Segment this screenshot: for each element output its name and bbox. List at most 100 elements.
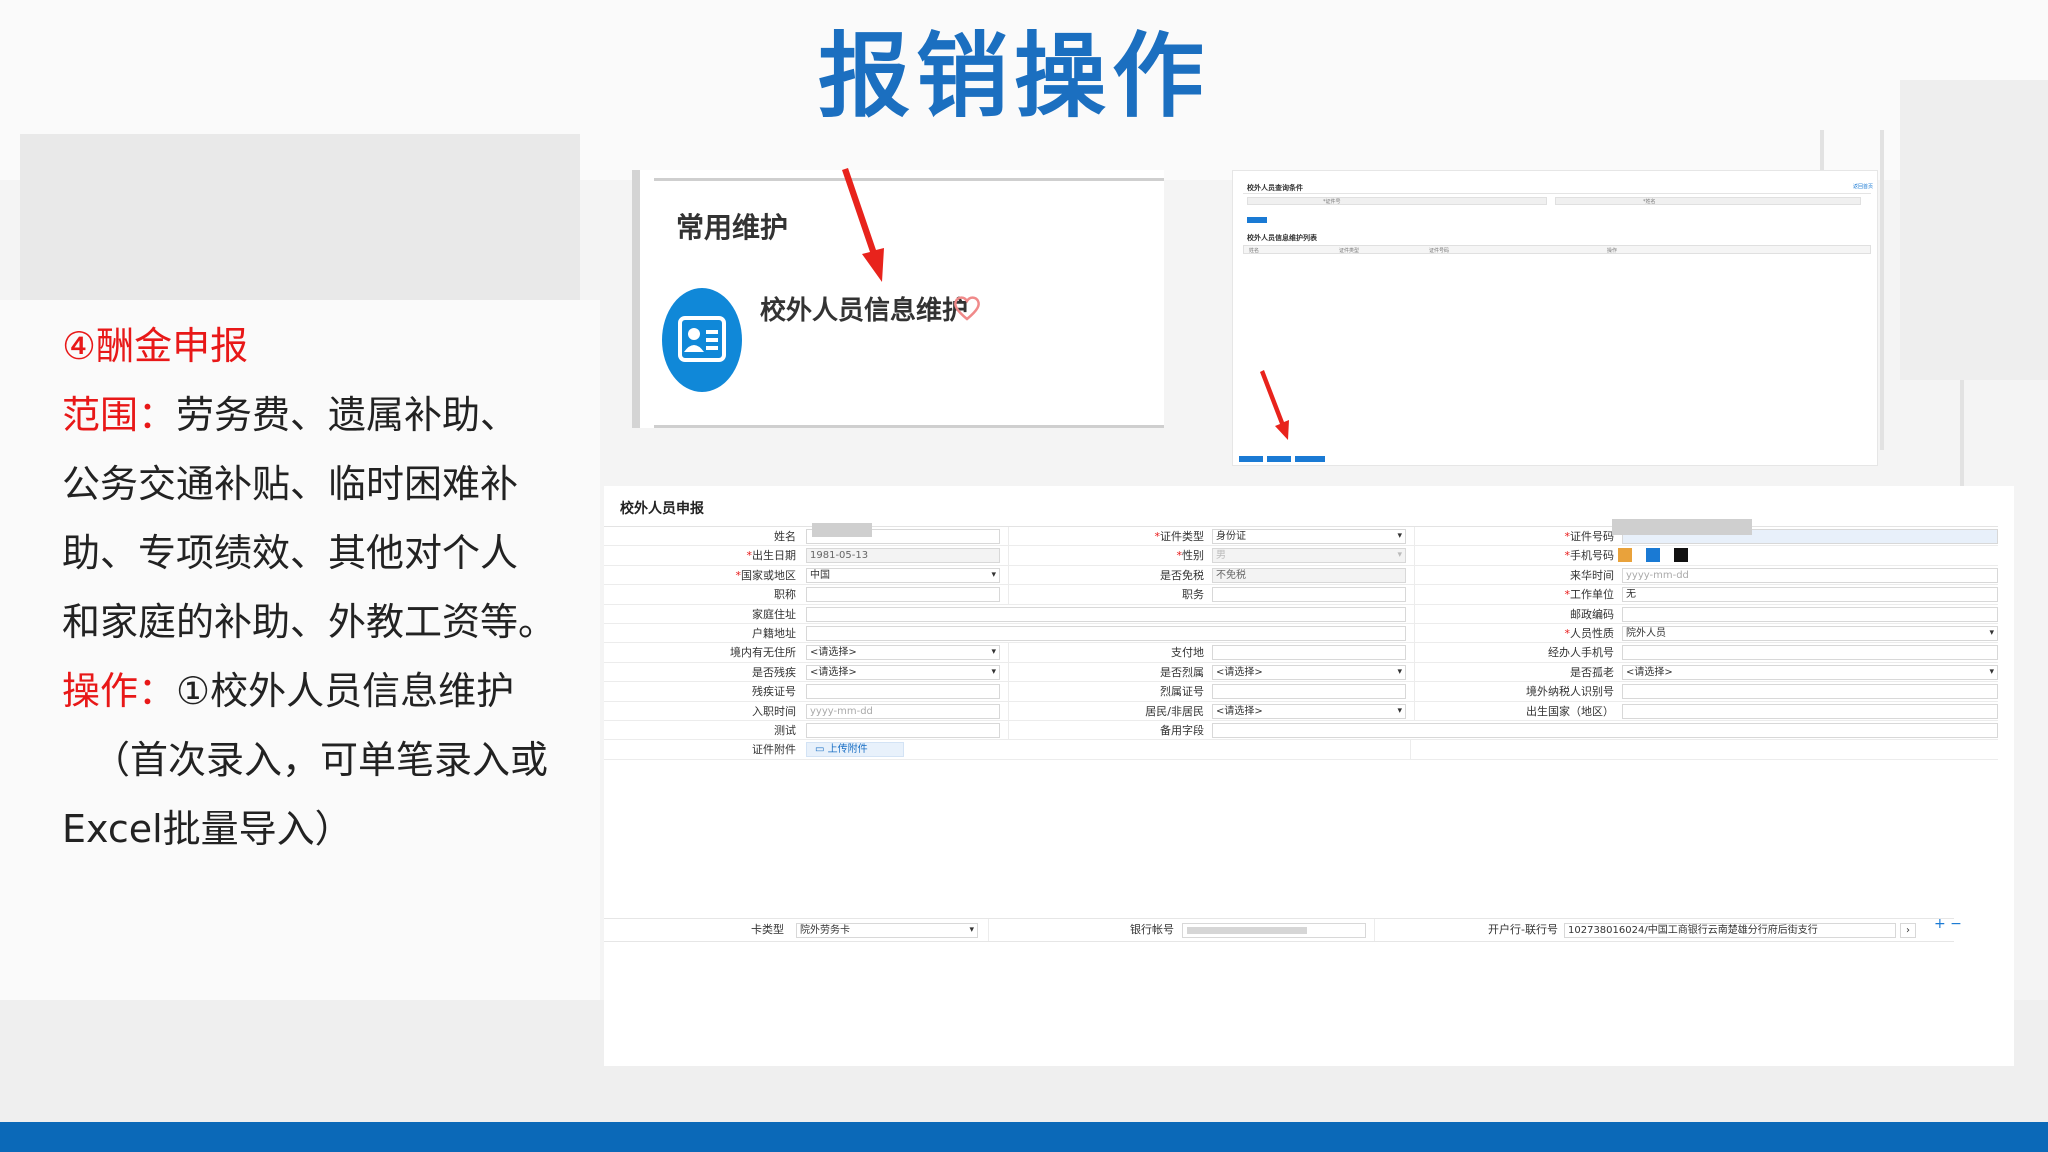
folder-icon: ▭ [815,744,828,756]
lonely-elderly-label: 是否孤老 [1570,665,1614,679]
external-staff-declaration-form: 校外人员申报 姓名 *证件类型 身份证 ▾ *证件号码 *出生日期 1981-05… [604,486,2014,1066]
form-row: 入职时间 yyyy-mm-dd 居民/非居民 <请选择> ▾ 出生国家（地区） [604,701,1998,721]
list-header [1243,245,1871,254]
form-row: 姓名 *证件类型 身份证 ▾ *证件号码 [604,519,1998,547]
red-arrow-icon [1260,370,1289,440]
home-link[interactable]: 返回首页 [1853,183,1873,190]
section-heading: ④酬金申报 [62,324,249,368]
postcode-input[interactable] [1622,606,1998,622]
birth-date-input[interactable]: 1981-05-13 [806,548,1000,564]
description-panel: ④酬金申报 范围：劳务费、遗属补助、 公务交通补贴、临时困难补 助、专项绩效、其… [62,312,582,864]
spare-field-label: 备用字段 [1160,723,1204,737]
name-field[interactable] [1555,197,1861,205]
bank-row: 卡类型 院外劳务卡 ▾ 银行帐号 开户行-联行号 102738016024/中国工… [604,918,1954,942]
position-input[interactable] [1212,587,1406,603]
residency-select[interactable]: <请选择> ▾ [1212,703,1406,719]
household-address-input[interactable] [806,625,1406,641]
upload-attachment-button[interactable]: ▭ 上传附件 [806,742,904,758]
tax-exempt-label: 是否免税 [1160,568,1204,582]
martyr-cert-input[interactable] [1212,684,1406,700]
black-color-icon [1674,548,1688,563]
disability-cert-input[interactable] [806,684,1000,700]
country-label: *国家或地区 [735,568,797,582]
common-maintenance-screenshot: 常用维护 校外人员信息维护 [632,170,1164,428]
bottom-bar [0,1122,2048,1152]
col-id-number: 证件号码 [1429,248,1450,254]
arrival-date-input[interactable]: yyyy-mm-dd [1622,567,1998,583]
redacted-block [812,523,872,537]
phone-label: *手机号码 [1564,549,1615,563]
divider [1243,193,1871,194]
position-label: 职务 [1182,588,1204,602]
bank-branch-label: 开户行-联行号 [1488,923,1558,936]
id-type-label: *证件类型 [1154,530,1205,543]
payment-place-input[interactable] [1212,645,1406,661]
bank-account-label: 银行帐号 [1130,923,1174,936]
employer-label: *工作单位 [1564,588,1615,602]
search-button[interactable] [1247,217,1267,223]
spare-field-input[interactable] [1212,722,1998,738]
card-type-select[interactable]: 院外劳务卡 ▾ [796,923,978,938]
hire-date-input[interactable]: yyyy-mm-dd [806,703,1000,719]
external-staff-maintenance-link[interactable]: 校外人员信息维护 [760,290,968,327]
list-title: 校外人员信息维护列表 [1247,234,1317,242]
domestic-residence-select[interactable]: <请选择> ▾ [806,645,1000,661]
bank-branch-input[interactable]: 102738016024/中国工商银行云南楚雄分行府后街支行 [1564,923,1896,938]
contact-card-icon[interactable] [662,288,742,392]
title-input[interactable] [806,587,1000,603]
excel-import-button[interactable] [1295,456,1325,462]
payment-place-label: 支付地 [1171,646,1204,660]
birth-country-label: 出生国家（地区） [1526,704,1614,718]
id-number-field[interactable] [1247,197,1547,205]
household-address-label: 户籍地址 [752,626,796,640]
martyr-family-label: 是否烈属 [1160,665,1204,679]
title-label: 职称 [774,588,796,602]
bank-account-input[interactable] [1182,923,1366,938]
form-row: *出生日期 1981-05-13 *性别 男 ▾ *手机号码 [604,546,1998,566]
test-label: 测试 [774,723,796,737]
section-title: 常用维护 [676,211,789,244]
postcode-label: 邮政编码 [1570,607,1614,621]
martyr-cert-label: 烈属证号 [1160,685,1204,699]
staff-type-select[interactable]: 院外人员 ▾ [1622,625,1998,641]
form-grid: 姓名 *证件类型 身份证 ▾ *证件号码 *出生日期 1981-05-13 *性别… [604,519,1998,761]
gender-label: *性别 [1176,549,1205,563]
divider [1410,740,1411,760]
form-row: 家庭住址 邮政编码 [604,604,1998,624]
scope-line-1: 范围：劳务费、遗属补助、 [62,393,519,437]
name-label: *姓名 [1643,199,1656,205]
query-title: 校外人员查询条件 [1247,184,1303,192]
foreign-tax-id-input[interactable] [1622,684,1998,700]
lonely-elderly-select[interactable]: <请选择> ▾ [1622,664,1998,680]
name-label: 姓名 [774,530,796,543]
disabled-label: 是否残疾 [752,665,796,679]
id-type-select[interactable]: 身份证 ▾ [1212,529,1406,544]
disabled-select[interactable]: <请选择> ▾ [806,664,1000,680]
home-address-input[interactable] [806,606,1406,622]
delete-button[interactable] [1267,456,1291,462]
slide-title: 报销操作 [817,23,1210,130]
hire-date-label: 入职时间 [752,704,796,718]
employer-input[interactable]: 无 [1622,587,1998,603]
birth-date-label: *出生日期 [746,549,797,563]
gender-select[interactable]: 男 ▾ [1212,548,1406,564]
favorite-heart-icon[interactable] [952,294,982,322]
operation-line-1: 操作：①校外人员信息维护 [62,669,515,713]
form-row: 户籍地址 *人员性质 院外人员 ▾ [604,623,1998,644]
test-input[interactable] [806,722,1000,738]
tax-exempt-input[interactable]: 不免税 [1212,567,1406,583]
add-button[interactable] [1239,456,1263,462]
staff-type-label: *人员性质 [1564,626,1615,640]
add-remove-row-buttons[interactable]: + − [1934,916,1962,932]
chevron-right-icon[interactable]: › [1900,923,1916,938]
birth-country-input[interactable] [1622,703,1998,719]
domestic-residence-label: 境内有无住所 [730,646,796,660]
form-row: 是否残疾 <请选择> ▾ 是否烈属 <请选择> ▾ 是否孤老 <请选择> ▾ [604,662,1998,683]
martyr-family-select[interactable]: <请选择> ▾ [1212,664,1406,680]
country-select[interactable]: 中国 ▾ [806,567,1000,583]
id-number-label: *证件号 [1323,199,1341,205]
handler-phone-input[interactable] [1622,645,1998,661]
divider [654,178,1164,181]
scope-line-3: 助、专项绩效、其他对个人 [62,531,519,575]
handler-phone-label: 经办人手机号 [1548,646,1614,660]
